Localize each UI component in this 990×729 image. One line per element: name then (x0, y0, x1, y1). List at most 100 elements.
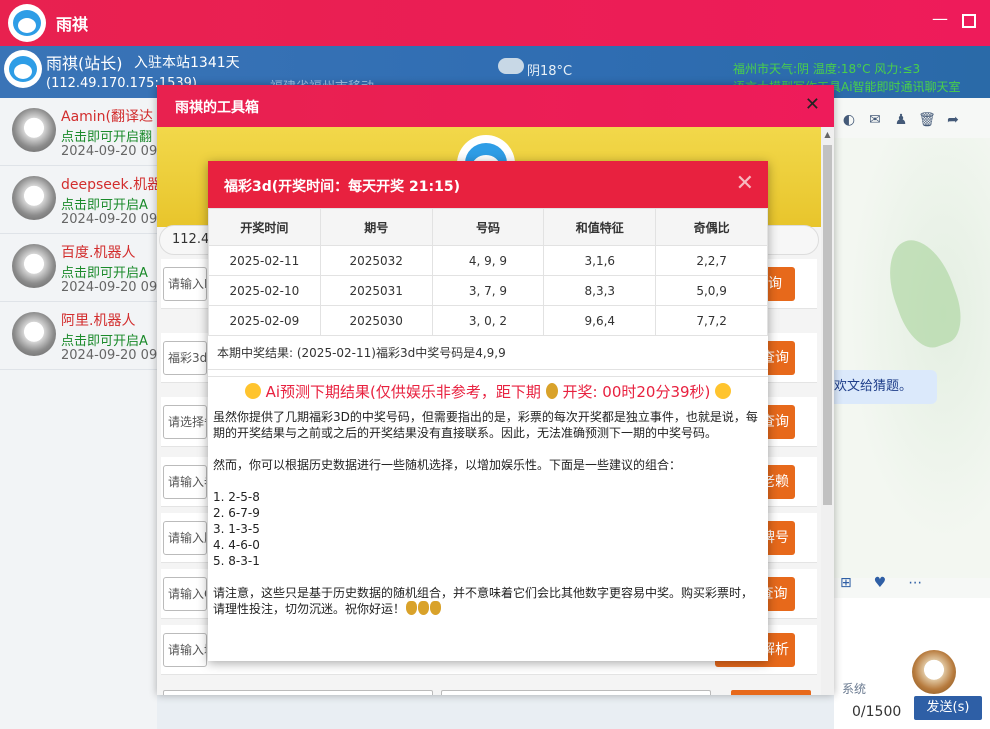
chat-input-toolbar: ⊞ ♥ ⋯ (834, 568, 990, 598)
scroll-up-icon[interactable]: ▲ (823, 131, 832, 139)
contact-time: 2024-09-20 09 (61, 144, 158, 159)
province-select[interactable]: 请选择省 (163, 405, 207, 439)
paragraph: 虽然你提供了几期福彩3D的中奖号码，但需要指出的是，彩票的每次开奖都是独立事件，… (213, 410, 758, 440)
contact-subtitle: 点击即可开启A (61, 266, 148, 281)
contact-name: deepseek.机器 (61, 177, 162, 193)
prediction-heading: Ai预测下期结果(仅供娱乐非参考，距下期 开奖: 00时20分39秒) (208, 381, 768, 403)
user-name: 雨祺(站长) (46, 54, 123, 73)
weather-text: 阴18°C (527, 64, 573, 79)
avatar (12, 244, 56, 288)
list-item: 2. 6-7-9 (213, 506, 260, 520)
ip-input[interactable]: 请输入IP (163, 267, 207, 301)
user-avatar[interactable] (4, 50, 42, 88)
lottery-dialog: 福彩3d(开奖时间：每天开奖 21:15) ✕ 开奖时间 期号 号码 和值特征 … (208, 161, 768, 661)
smile-icon (715, 383, 732, 399)
table-cell: 3, 7, 9 (431, 275, 545, 306)
user-days: 入驻本站1341天 (134, 55, 240, 71)
table-cell: 3,1,6 (543, 245, 657, 276)
cloud-icon (498, 58, 524, 74)
contact-item[interactable]: deepseek.机器 点击即可开启A 2024-09-20 09 (0, 166, 161, 234)
table-cell: 2025032 (319, 245, 433, 276)
bottom-button[interactable] (731, 690, 811, 695)
contact-time: 2024-09-20 09 (61, 280, 158, 295)
chat-label: 系统 (842, 682, 867, 696)
chat-area: ◐ ✉ ♟ 🗑 ➦ 欢文给猜题。 ⊞ ♥ ⋯ 系统 0/1500 发送(s) (834, 98, 990, 729)
contact-item[interactable]: 百度.机器人 点击即可开启A 2024-09-20 09 (0, 234, 157, 302)
bottom-input[interactable] (163, 690, 433, 695)
contact-item[interactable]: Aamin(翻译达 点击即可开启翻 2024-09-20 09 (0, 98, 157, 166)
medal-icon (545, 383, 558, 399)
avatar (12, 176, 56, 220)
table-row: 2025-02-10 2025031 3, 7, 9 8,3,3 5,0,9 (208, 275, 768, 306)
chat-toolbar: ◐ ✉ ♟ 🗑 ➦ (834, 108, 990, 132)
table-cell: 5,0,9 (655, 275, 768, 306)
char-counter: 0/1500 (852, 704, 902, 720)
send-button[interactable]: 发送(s) (914, 696, 982, 720)
lottery-table: 开奖时间 期号 号码 和值特征 奇偶比 2025-02-11 2025032 4… (208, 208, 768, 336)
maximize-icon[interactable] (962, 14, 976, 28)
column-header: 开奖时间 (208, 208, 321, 246)
penguin-icon[interactable]: ♟ (892, 112, 910, 128)
contact-subtitle: 点击即可开启A (61, 198, 148, 213)
money-bag-icon (418, 601, 430, 615)
contact-name: 百度.机器人 (61, 245, 136, 261)
prediction-title: Ai预测下期结果(仅供娱乐非参考，距下期 (265, 383, 541, 401)
share-icon[interactable]: ➦ (944, 112, 962, 128)
lottery-select[interactable]: 福彩3d (163, 341, 207, 375)
closing-text: 请注意，这些只是基于历史数据的随机组合，并不意味着它们会比其他数字更容易中奖。购… (213, 586, 754, 616)
toolbox-title: 雨祺的工具箱 (175, 100, 259, 116)
qq-input[interactable]: 请输入Q (163, 577, 207, 611)
prediction-countdown: 开奖: 00时20分39秒) (562, 383, 711, 401)
close-icon[interactable]: ✕ (805, 94, 820, 115)
table-cell: 8,3,3 (543, 275, 657, 306)
contact-time: 2024-09-20 09 (61, 212, 158, 227)
toolbox-scrollbar[interactable]: ▲ (821, 127, 834, 695)
contact-list: Aamin(翻译达 点击即可开启翻 2024-09-20 09 deepseek… (0, 98, 161, 729)
more-icon[interactable]: ⋯ (908, 575, 922, 591)
paragraph: 然而，你可以根据历史数据进行一些随机选择，以增加娱乐性。下面是一些建议的组合： (213, 458, 682, 472)
contact-name: Aamin(翻译达 (61, 109, 154, 125)
table-cell: 2,2,7 (655, 245, 768, 276)
list-item: 1. 2-5-8 (213, 490, 260, 504)
prediction-text: 虽然你提供了几期福彩3D的中奖号码，但需要指出的是，彩票的每次开奖都是独立事件，… (213, 409, 763, 617)
close-icon[interactable]: ✕ (736, 171, 754, 196)
money-bag-icon (430, 601, 442, 615)
lottery-title: 福彩3d(开奖时间：每天开奖 21:15) (224, 179, 460, 195)
table-cell: 9,6,4 (543, 305, 657, 336)
leaf-decoration (876, 231, 972, 355)
divider (208, 371, 768, 377)
toggle-icon[interactable]: ◐ (840, 112, 858, 128)
column-header: 奇偶比 (655, 208, 768, 246)
list-item: 3. 1-3-5 (213, 522, 260, 536)
table-cell: 7,7,2 (655, 305, 768, 336)
table-row: 2025-02-09 2025030 3, 0, 2 9,6,4 7,7,2 (208, 305, 768, 336)
list-item: 5. 8-3-1 (213, 554, 260, 568)
table-cell: 4, 9, 9 (431, 245, 545, 276)
windows-icon[interactable]: ⊞ (840, 575, 852, 591)
lottery-result: 本期中奖结果: (2025-02-11)福彩3d中奖号码是4,9,9 (208, 336, 768, 370)
contact-subtitle: 点击即可开启A (61, 334, 148, 349)
smile-icon (244, 383, 261, 399)
contact-subtitle: 点击即可开启翻 (61, 130, 153, 145)
table-cell: 2025030 (319, 305, 433, 336)
minimize-icon[interactable]: — (932, 11, 948, 28)
avatar (12, 108, 56, 152)
contact-item[interactable]: 阿里.机器人 点击即可开启A 2024-09-20 09 (0, 302, 157, 370)
heart-icon[interactable]: ♥ (874, 575, 887, 591)
debtor-input[interactable]: 请输入老 (163, 465, 207, 499)
lottery-header: 福彩3d(开奖时间：每天开奖 21:15) ✕ (208, 161, 768, 208)
table-cell: 2025-02-09 (208, 305, 321, 336)
app-title: 雨祺 (56, 15, 89, 34)
chat-input[interactable]: 系统 0/1500 发送(s) (834, 598, 990, 729)
list-item: 4. 4-6-0 (213, 538, 260, 552)
paragraph: 请注意，这些只是基于历史数据的随机组合，并不意味着它们会比其他数字更容易中奖。购… (213, 585, 763, 617)
scrollbar-thumb[interactable] (823, 145, 832, 505)
domain-input[interactable]: 请输入域 (163, 633, 207, 667)
mail-icon[interactable]: ✉ (866, 112, 884, 128)
column-header: 号码 (431, 208, 545, 246)
bottom-input[interactable] (441, 690, 711, 695)
trash-icon[interactable]: 🗑 (918, 112, 936, 128)
app-logo (8, 4, 46, 42)
stock-input[interactable]: 请输入股 (163, 521, 207, 555)
toolbox-header: 雨祺的工具箱 ✕ (157, 85, 834, 127)
